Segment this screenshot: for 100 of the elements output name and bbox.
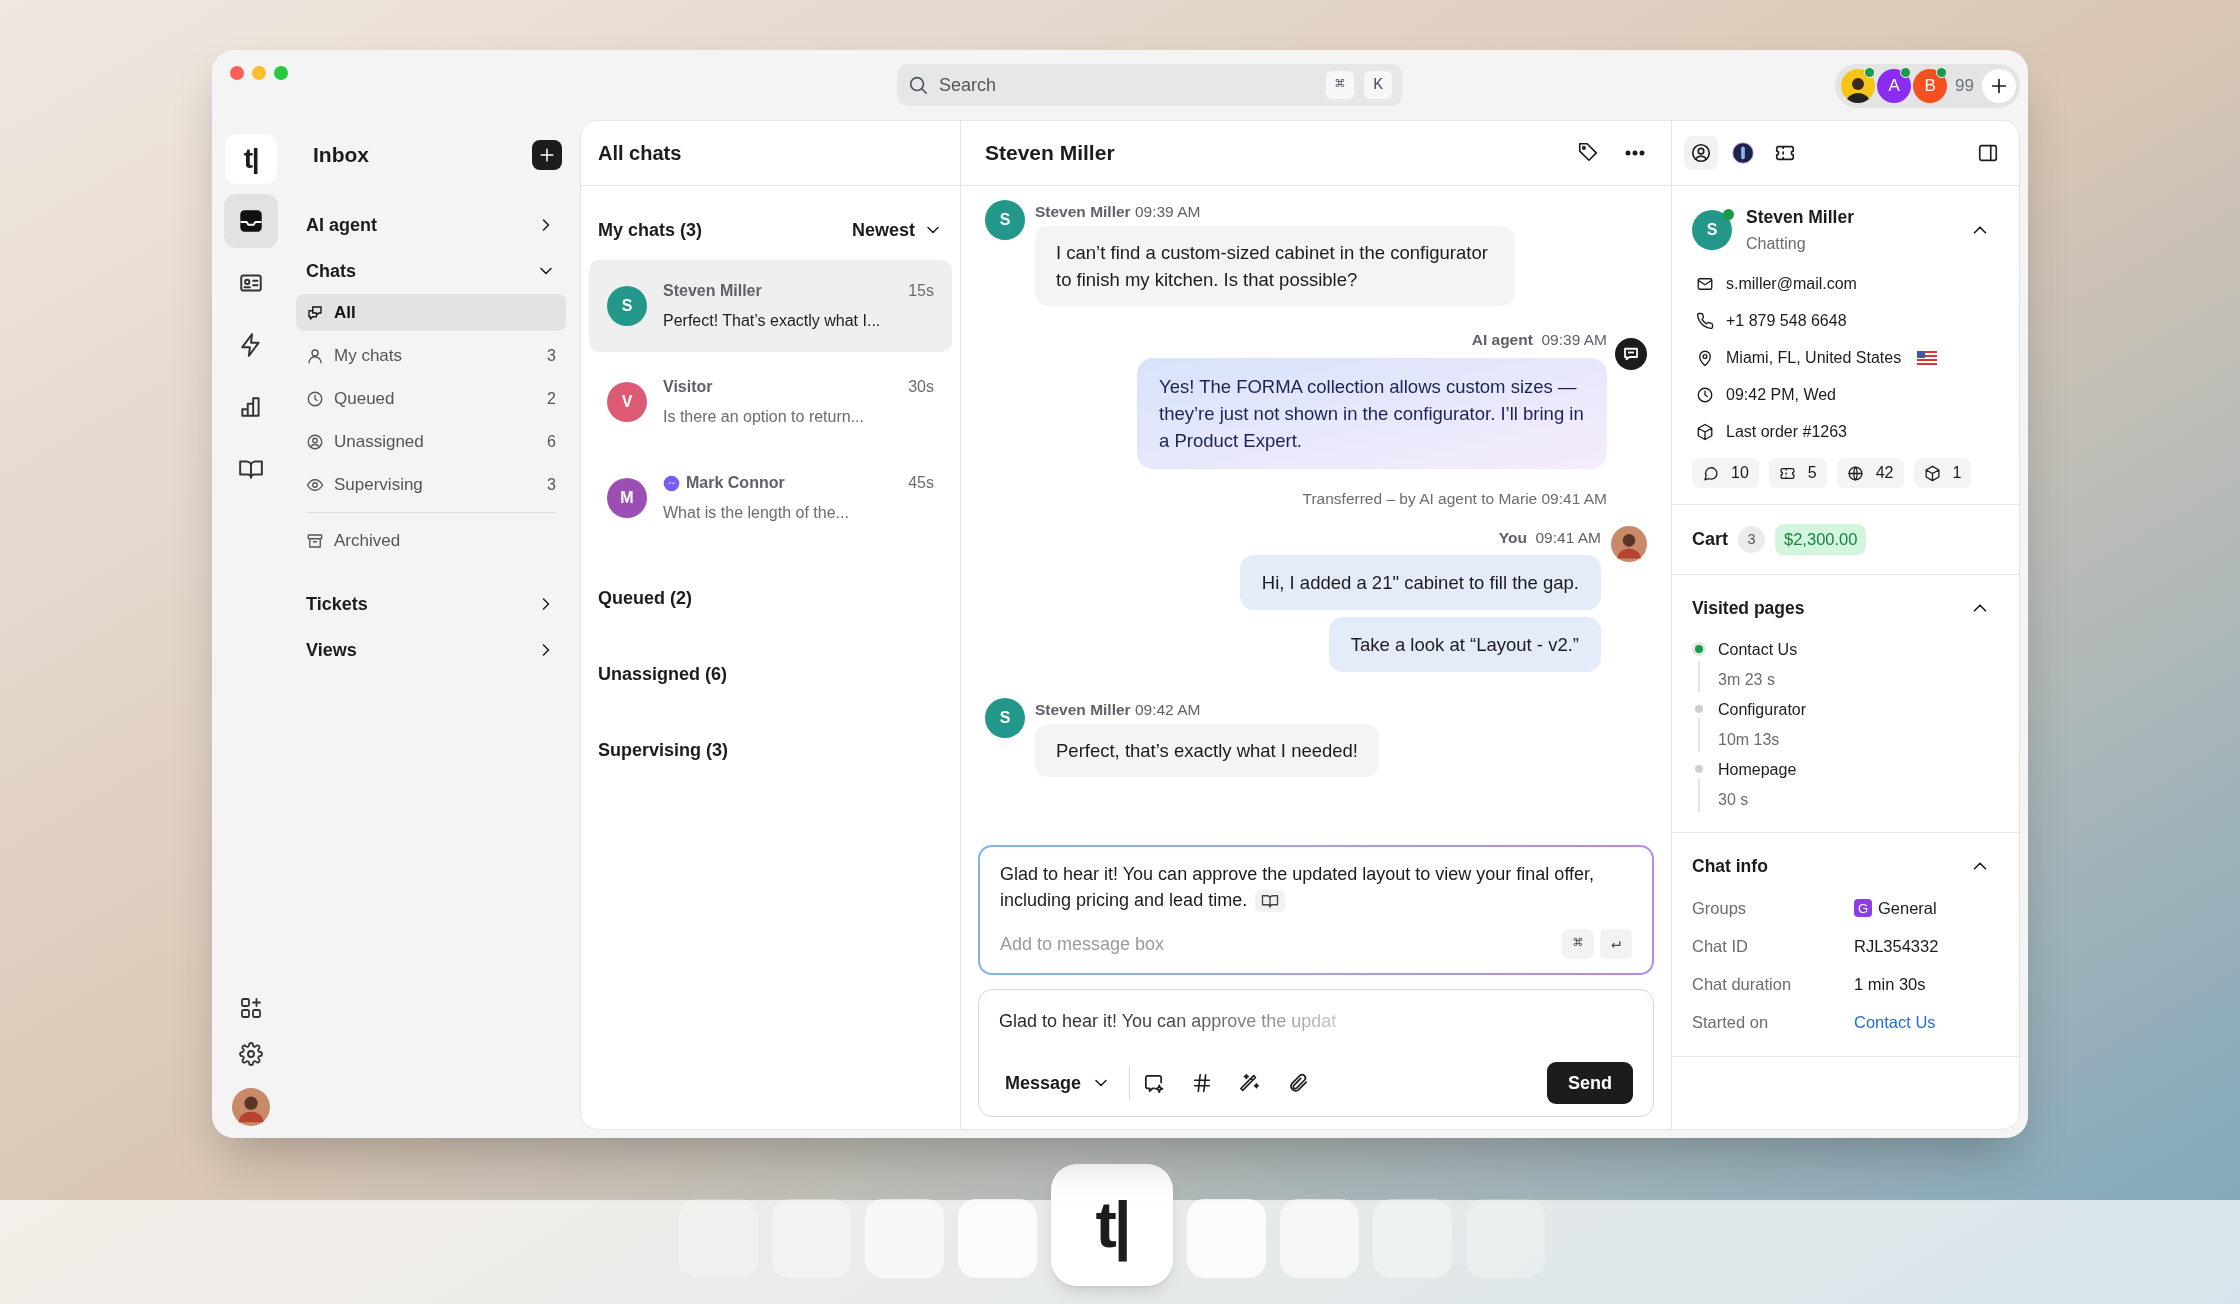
contact-avatar: S — [985, 200, 1025, 240]
message-time: 09:41 AM — [1535, 528, 1601, 546]
dock-tile[interactable] — [1280, 1199, 1359, 1278]
sidebar-section[interactable]: AI agent — [296, 202, 566, 248]
page-name: Contact Us — [1718, 639, 1798, 660]
dock-tile[interactable] — [865, 1199, 944, 1278]
contact-name: Steven Miller — [663, 281, 763, 301]
dock-app-icon[interactable]: t| — [1051, 1164, 1173, 1286]
side-panel-icon[interactable] — [1977, 142, 1999, 164]
message-bubble: Yes! The FORMA collection allows custom sizes — they’re just not shown in the configurator. I’ll bring in a Product Expert. — [1137, 357, 1607, 469]
message-preview: Is there an option to return... — [663, 407, 865, 427]
sidebar-item[interactable]: My chats 3 — [296, 337, 566, 374]
send-button[interactable]: Send — [1547, 1062, 1633, 1104]
chat-time: 15s — [908, 281, 934, 301]
sort-dropdown[interactable]: Newest — [851, 216, 943, 244]
stat-chip: 10 — [1692, 458, 1759, 489]
dock-tile[interactable] — [1466, 1199, 1545, 1278]
chat-list-item[interactable]: M Mark Connor 45s What is the length of the... — [589, 452, 952, 544]
group-badge: G — [1854, 899, 1872, 918]
panel-tab[interactable] — [1684, 136, 1718, 170]
chat-list-item[interactable]: V Visitor 30s Is there an option to return... — [589, 356, 952, 448]
nav-button[interactable] — [224, 194, 278, 248]
dock-tile[interactable] — [679, 1199, 758, 1278]
contact-status: Chatting — [1746, 234, 1807, 255]
sidebar-section[interactable]: Tickets — [296, 581, 566, 627]
inbox-icon — [238, 208, 264, 234]
message-author: Steven Miller — [1035, 701, 1131, 718]
contact-detail: s.miller@mail.com — [1726, 274, 1857, 295]
message-bubble: Take a look at “Layout - v2.” — [1328, 617, 1601, 672]
attach-icon[interactable] — [1287, 1072, 1310, 1094]
contact-avatar: S — [985, 698, 1025, 738]
agent-avatar[interactable]: A — [1877, 69, 1912, 103]
close-window-button[interactable] — [230, 66, 244, 80]
message-author: You — [1498, 528, 1527, 546]
message-bubble: Hi, I added a 21" cabinet to fill the gap. — [1239, 555, 1601, 610]
phone-icon — [1696, 312, 1714, 331]
contact-avatar: S — [1692, 210, 1732, 251]
message-author: AI agent — [1471, 331, 1533, 349]
suggested-reply[interactable]: Glad to hear it! You can approve the updated layout to view your final offer, including pricing and lead time. — [1000, 861, 1632, 913]
sidebar-section[interactable]: Views — [296, 627, 566, 673]
page-duration: 3m 23 s — [1718, 669, 1776, 690]
sidebar-item[interactable]: All — [296, 294, 566, 331]
chat-list-item[interactable]: S Steven Miller 15s Perfect! That’s exactly what I... — [589, 260, 952, 352]
group-heading[interactable]: Unassigned (6) — [598, 660, 728, 688]
sidebar-section[interactable]: Chats — [296, 248, 566, 294]
search-field[interactable]: Search — [939, 71, 1316, 99]
dock-tile[interactable] — [958, 1199, 1037, 1278]
message-time: 09:42 AM — [1134, 701, 1201, 718]
chats-icon — [306, 303, 324, 322]
sidebar-item[interactable]: Archived — [296, 522, 566, 559]
system-message: Transferred – by AI agent to Marie 09:41 AM — [1302, 488, 1607, 509]
package-icon — [1923, 464, 1941, 482]
contact-detail: 09:42 PM, Wed — [1726, 385, 1836, 406]
info-label: Chat duration — [1692, 973, 1793, 995]
sidebar-item[interactable]: Supervising 3 — [296, 466, 566, 503]
message-time: 09:39 AM — [1541, 331, 1607, 349]
agent-avatar[interactable] — [1841, 69, 1876, 103]
message-preview: Perfect! That’s exactly what I... — [663, 311, 882, 331]
contact-name: Mark Connor — [686, 473, 786, 493]
group-heading[interactable]: Supervising (3) — [598, 736, 729, 764]
section-header[interactable]: Visited pages — [1692, 595, 1999, 622]
sidebar-item[interactable]: Queued 2 — [296, 380, 566, 417]
message-composer[interactable]: Glad to hear it! You can approve the updat Message Send — [978, 989, 1654, 1117]
info-value: General — [1878, 897, 1937, 919]
contact-detail: Last order #1263 — [1726, 422, 1847, 443]
cart-total: $2,300.00 — [1775, 524, 1867, 556]
input-field[interactable]: Add to message box — [1000, 930, 1556, 958]
contact-detail: Miami, FL, United States — [1726, 348, 1902, 369]
add-button[interactable] — [1982, 69, 2016, 103]
info-link[interactable]: Contact Us — [1854, 1009, 1936, 1035]
sidebar-item[interactable]: Unassigned 6 — [296, 423, 566, 460]
message-bubble: I can’t find a custom-sized cabinet in the configurator to finish my kitchen. Is that possible? — [1035, 226, 1515, 307]
new-chat-button[interactable] — [532, 140, 562, 170]
group-heading[interactable]: Queued (2) — [598, 584, 692, 612]
message-author: Steven Miller — [1035, 203, 1131, 220]
chat-time: 30s — [908, 377, 934, 397]
user-circle-icon — [1690, 142, 1712, 164]
stat-chip: 42 — [1836, 458, 1904, 489]
contact-detail: +1 879 548 6648 — [1726, 311, 1847, 332]
apps-grid-icon[interactable] — [239, 996, 263, 1020]
page-name: Homepage — [1718, 759, 1797, 780]
section-header[interactable]: Chat info — [1692, 852, 1999, 879]
panel-title: All chats — [598, 141, 682, 166]
settings-icon[interactable] — [239, 1042, 263, 1066]
group-heading[interactable]: My chats (3) — [598, 216, 703, 244]
app-logo: t| — [225, 134, 277, 184]
page-duration: 30 s — [1718, 789, 1750, 810]
message-type-dropdown[interactable]: Message — [999, 1069, 1118, 1097]
shortcut-key: ↵ — [1600, 929, 1632, 959]
search-bar[interactable]: Search ⌘ K — [897, 64, 1402, 106]
item-count: 3 — [547, 474, 556, 495]
stat-chip: 5 — [1768, 458, 1827, 489]
dock-tile[interactable] — [1187, 1199, 1266, 1278]
user-circle-icon — [306, 432, 324, 451]
magic-wand-icon[interactable] — [1239, 1072, 1262, 1094]
contact-name: Steven Miller — [1746, 206, 1855, 229]
shortcut-key: ⌘ — [1326, 71, 1354, 99]
messenger-icon — [663, 474, 680, 492]
item-count: 3 — [547, 345, 556, 366]
tag-icon[interactable] — [1577, 141, 1599, 163]
